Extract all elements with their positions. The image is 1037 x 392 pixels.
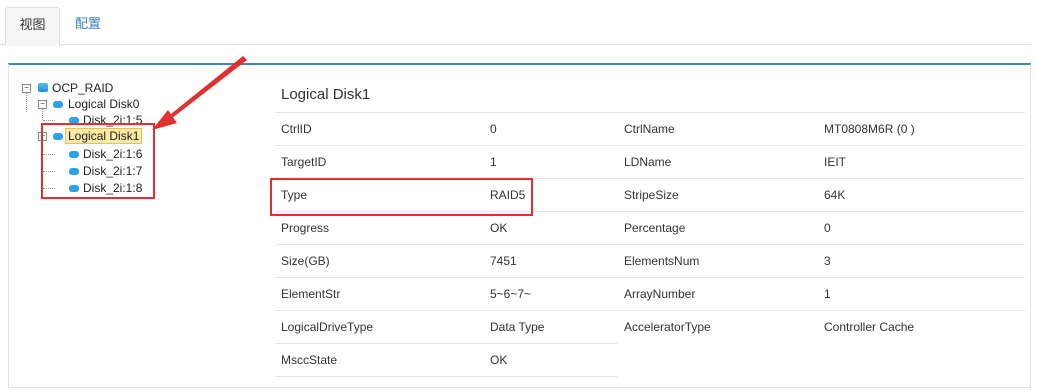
annotation-arrow bbox=[152, 56, 247, 130]
